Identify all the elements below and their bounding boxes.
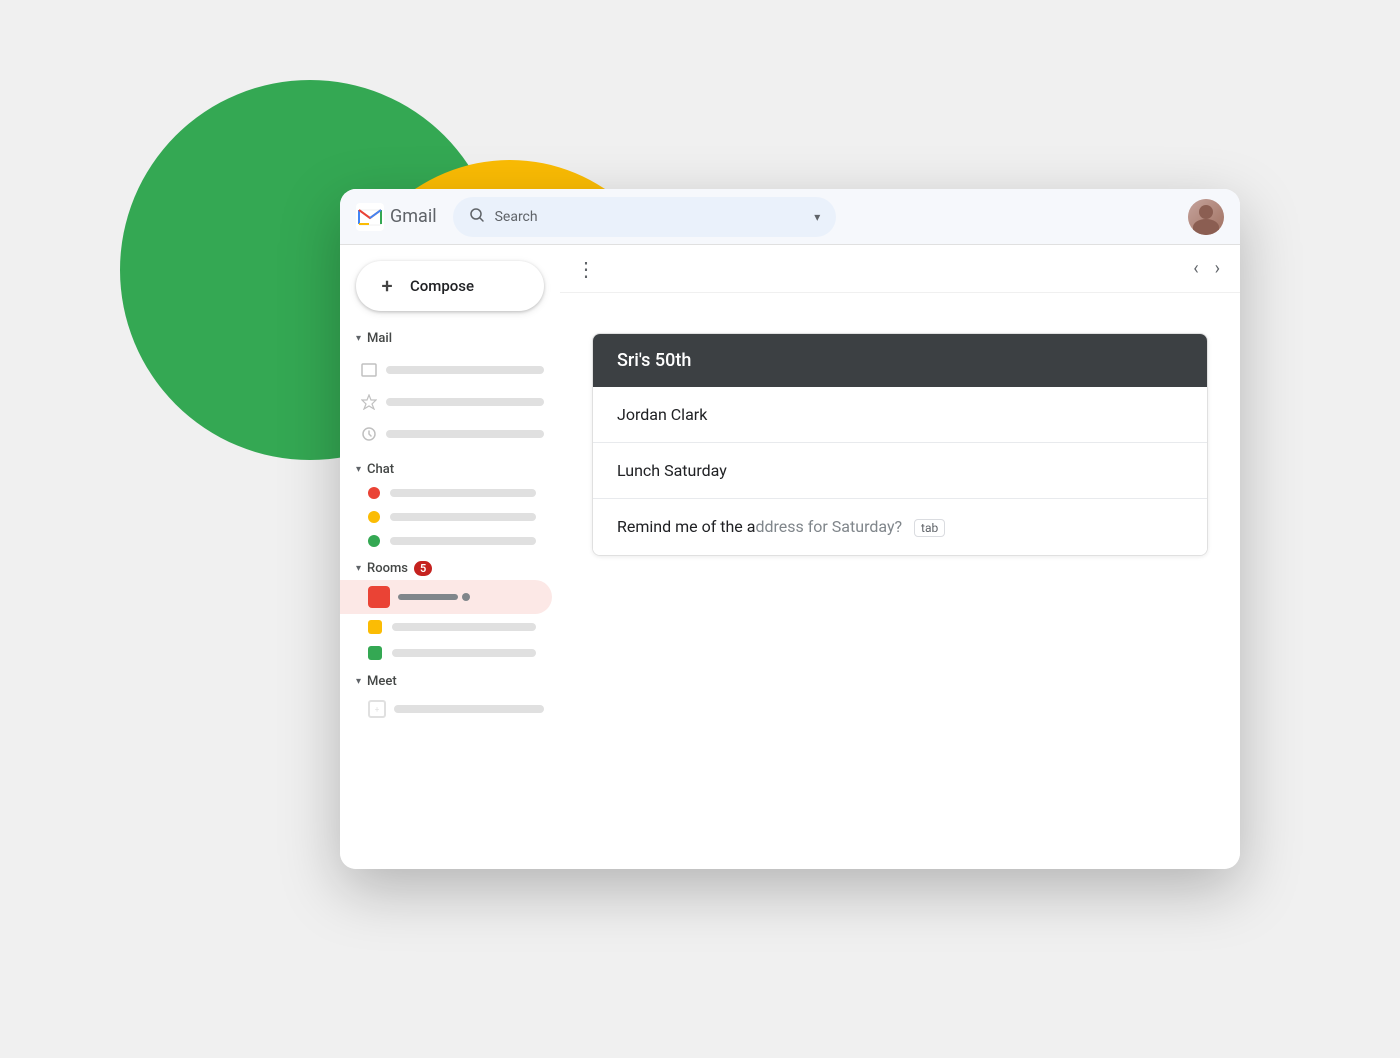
search-icon [469,207,485,227]
thread-item-remind[interactable]: Remind me of the address for Saturday? t… [593,499,1207,555]
gmail-text-label: Gmail [390,206,437,227]
rooms-item-line-3 [392,649,536,657]
rooms-chevron-icon: ▾ [356,563,361,574]
meet-section-label: Meet [367,674,397,689]
chat-item-line-3 [390,537,536,545]
chat-item-3[interactable] [340,529,552,553]
content-panel: ⋮ ‹ › Sri's 50th Jordan Clark Lunch Satu… [560,245,1240,869]
chat-section-label: Chat [367,462,394,477]
gmail-m-icon [356,203,384,231]
meet-section-header[interactable]: ▾ Meet [340,670,560,693]
sidebar-section-rooms: ▾ Rooms 5 [340,557,560,666]
rooms-dot-yellow [368,620,382,634]
mail-item-starred[interactable] [340,386,560,418]
sidebar-section-meet: ▾ Meet + [340,670,560,725]
typed-text: Remind me of the a [617,517,755,536]
chat-item-line-1 [390,489,536,497]
mail-item-line-3 [386,430,544,438]
mail-item-inbox[interactable] [340,354,560,386]
sidebar: + Compose ▾ Mail [340,245,560,869]
search-placeholder-text: Search [495,209,805,225]
thread-item-jordan[interactable]: Jordan Clark [593,387,1207,443]
rooms-dot-red [368,586,390,608]
thread-title: Sri's 50th [617,350,691,371]
sidebar-section-chat: ▾ Chat [340,458,560,553]
forward-arrow-button[interactable]: › [1211,254,1224,283]
mail-section-label: Mail [367,331,392,346]
compose-plus-icon: + [376,275,398,297]
meet-chevron-icon: ▾ [356,676,361,687]
chat-item-1[interactable] [340,481,552,505]
rooms-dot-green [368,646,382,660]
compose-button[interactable]: + Compose [356,261,544,311]
meet-video-icon: + [368,700,386,718]
chat-dot-yellow [368,511,380,523]
rooms-item-1-active[interactable] [340,580,552,614]
rooms-section-label: Rooms [367,561,408,576]
tab-key-badge: tab [914,519,945,537]
mail-item-line-1 [386,366,544,374]
search-bar[interactable]: Search ▾ [453,197,837,237]
rooms-item-line-2 [392,623,536,631]
suggested-text: ddress for Saturday? [755,517,902,536]
chat-chevron-icon: ▾ [356,464,361,475]
rooms-progress-bar [398,593,540,601]
avatar[interactable] [1188,199,1224,235]
thread-item-lunch[interactable]: Lunch Saturday [593,443,1207,499]
back-arrow-button[interactable]: ‹ [1189,254,1202,283]
mail-chevron-icon: ▾ [356,333,361,344]
nav-arrows: ‹ › [1189,254,1224,283]
chat-section-header[interactable]: ▾ Chat [340,458,560,481]
rooms-item-2[interactable] [340,614,552,640]
avatar-image [1188,199,1224,235]
mail-items [340,350,560,454]
star-icon [360,393,378,411]
content-toolbar: ⋮ ‹ › [560,245,1240,293]
search-dropdown-icon[interactable]: ▾ [814,210,820,224]
meet-item-line [394,705,544,713]
progress-fill [398,594,458,600]
browser-window: Gmail Search ▾ + Compose [340,189,1240,869]
rooms-section-header[interactable]: ▾ Rooms 5 [340,557,560,580]
snoozed-icon [360,425,378,443]
app-header: Gmail Search ▾ [340,189,1240,245]
email-thread-card: Sri's 50th Jordan Clark Lunch Saturday R… [592,333,1208,556]
more-options-button[interactable]: ⋮ [576,257,597,281]
inbox-icon [360,361,378,379]
thread-item-jordan-text: Jordan Clark [617,405,707,424]
thread-header: Sri's 50th [593,334,1207,387]
chat-item-line-2 [390,513,536,521]
chat-dot-green [368,535,380,547]
mail-item-snoozed[interactable] [340,418,560,450]
main-content: + Compose ▾ Mail [340,245,1240,869]
chat-dot-red [368,487,380,499]
gmail-logo: Gmail [356,203,437,231]
meet-item-1[interactable]: + [340,693,560,725]
mail-section-header[interactable]: ▾ Mail [340,327,560,350]
progress-indicator [462,593,470,601]
sidebar-section-mail: ▾ Mail [340,327,560,454]
chat-item-2[interactable] [340,505,552,529]
compose-label: Compose [410,277,474,295]
rooms-item-3[interactable] [340,640,552,666]
mail-item-line-2 [386,398,544,406]
rooms-badge: 5 [414,561,432,576]
thread-item-lunch-text: Lunch Saturday [617,461,727,480]
